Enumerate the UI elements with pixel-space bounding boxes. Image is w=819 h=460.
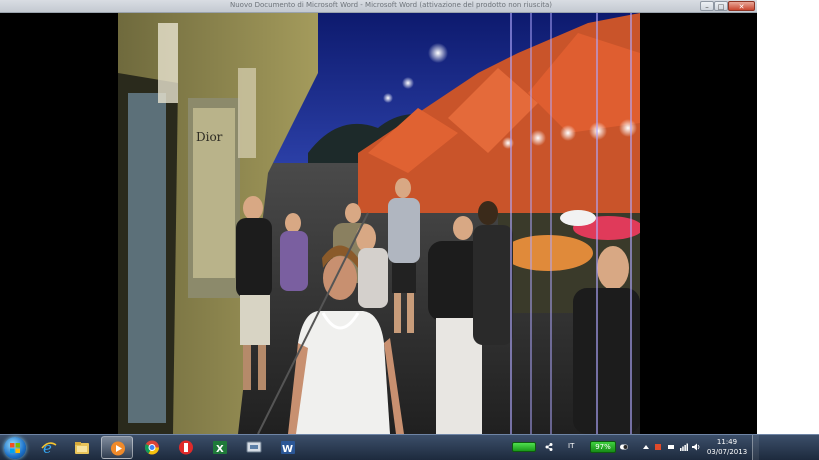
screen-tool-icon [246,441,262,453]
red-app-icon [179,440,193,455]
windows-flag-icon [10,443,20,453]
chevron-up-icon[interactable] [642,443,650,451]
minimize-button[interactable]: – [700,1,714,11]
toggle-icon[interactable] [620,443,628,451]
storefront-sign: Dior [196,130,223,144]
system-clock[interactable]: 11:49 03/07/2013 [706,437,748,457]
taskbar-screen-tool[interactable] [238,436,270,459]
svg-text:W: W [282,444,293,455]
windows-start-icon[interactable] [4,437,26,459]
excel-icon: X [213,441,227,455]
window-title-bar[interactable]: Nuovo Documento di Microsoft Word - Micr… [0,0,757,13]
taskbar-chrome[interactable] [136,436,168,459]
internet-explorer-icon: e [41,440,57,455]
language-indicator[interactable]: IT [568,442,574,450]
word-icon: W [281,441,295,455]
video-player-area[interactable]: Dior [0,13,757,434]
taskbar-media-player[interactable] [101,436,133,459]
video-frame: Dior [118,13,640,434]
wifi-icon[interactable] [680,443,688,451]
battery-percent[interactable]: 97% [590,441,616,453]
network-share-icon[interactable] [545,443,553,451]
svg-text:e: e [43,440,52,455]
screen: Nuovo Documento di Microsoft Word - Micr… [0,0,819,460]
close-button[interactable]: ✕ [728,1,755,11]
power-icon[interactable] [667,443,675,451]
taskbar: e X W IT 97% 11:49 03/07/2013 [0,434,819,460]
taskbar-word[interactable]: W [272,436,304,459]
chrome-icon [144,440,159,455]
taskbar-excel[interactable]: X [204,436,236,459]
maximize-button[interactable]: □ [714,1,728,11]
clock-time: 11:49 [716,438,738,446]
clock-date: 03/07/2013 [706,448,748,456]
street-scene-image: Dior [118,13,640,434]
battery-indicator-icon[interactable] [512,442,536,452]
show-desktop-button[interactable] [752,435,759,460]
volume-icon[interactable] [692,443,700,451]
svg-text:X: X [216,444,224,455]
right-margin [757,0,819,434]
taskbar-file-explorer[interactable] [66,436,98,459]
media-player-icon [111,441,125,456]
window-title: Nuovo Documento di Microsoft Word - Micr… [230,1,553,9]
security-flag-icon[interactable] [654,443,662,451]
taskbar-red-app[interactable] [170,436,202,459]
taskbar-internet-explorer[interactable]: e [33,436,65,459]
file-explorer-icon [75,442,89,454]
